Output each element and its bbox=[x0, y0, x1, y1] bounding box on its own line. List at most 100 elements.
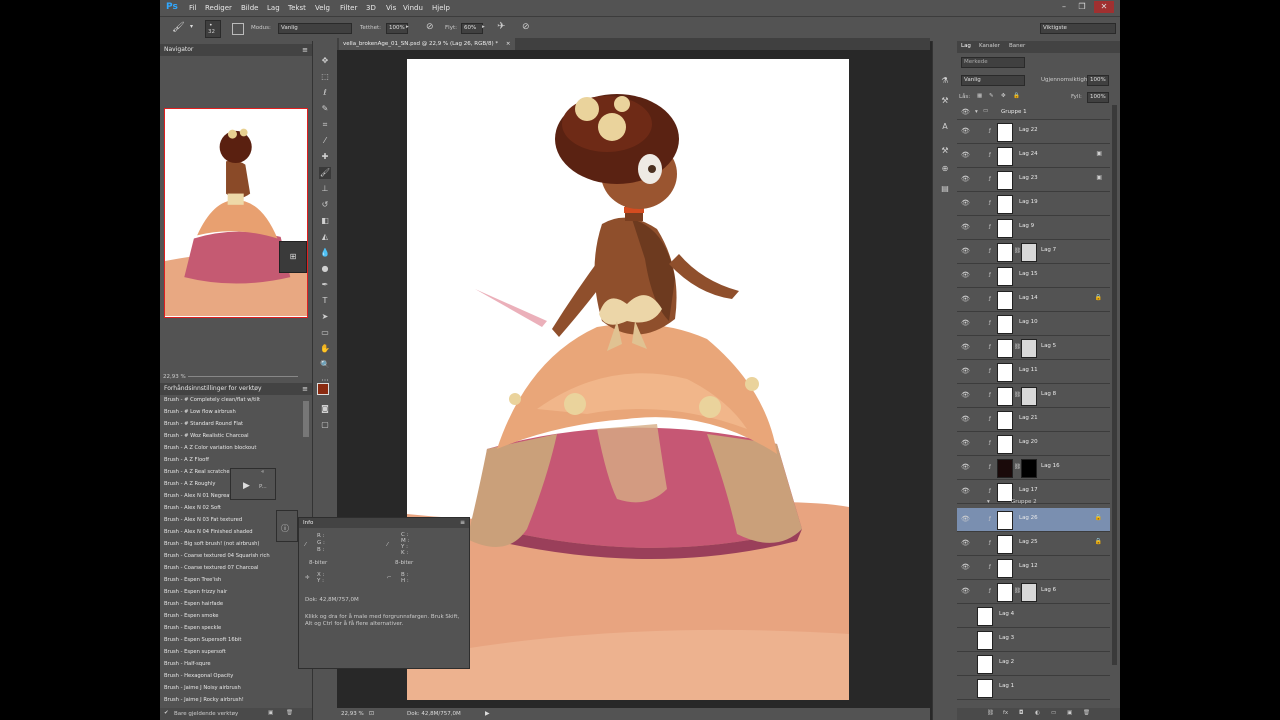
group-expand-icon[interactable]: ▾ bbox=[987, 499, 990, 505]
layer-row[interactable]: 👁 ƒ ⛓ Lag 16 bbox=[957, 456, 1110, 480]
layer-mask-thumbnail[interactable] bbox=[1021, 583, 1037, 602]
tab-channels[interactable]: Kanaler bbox=[979, 43, 1000, 49]
lock-position-icon[interactable]: ✥ bbox=[1001, 93, 1006, 99]
visibility-eye-icon[interactable]: 👁 bbox=[961, 487, 970, 495]
visibility-eye-icon[interactable]: 👁 bbox=[961, 415, 970, 423]
type-tool-icon[interactable]: T bbox=[319, 295, 331, 307]
foreground-color-swatch[interactable] bbox=[317, 383, 329, 395]
layer-row[interactable]: 👁 ƒ Lag 21 bbox=[957, 408, 1110, 432]
brush-preset-item[interactable]: Brush - # Standard Round Flat bbox=[162, 418, 302, 430]
tab-layers[interactable]: Lag bbox=[961, 43, 971, 49]
dodge-tool-icon[interactable]: ● bbox=[319, 263, 331, 275]
brush-preset-item[interactable]: Brush - Espen speckle bbox=[162, 622, 302, 634]
layer-row[interactable]: 👁 ƒ Lag 22 bbox=[957, 120, 1110, 144]
info-icon[interactable]: ⓘ bbox=[281, 523, 289, 534]
new-preset-icon[interactable]: ▣ bbox=[268, 710, 273, 716]
close-icon[interactable]: ✕ bbox=[1094, 1, 1114, 13]
layers-scrollbar[interactable] bbox=[1112, 105, 1117, 665]
visibility-eye-icon[interactable] bbox=[961, 683, 969, 691]
add-mask-icon[interactable]: ◘ bbox=[1019, 710, 1023, 716]
document-tab[interactable]: vella_brokenAge_01_SN.psd @ 22,9 % (Lag … bbox=[339, 38, 515, 50]
workspace-select[interactable]: Viktigste bbox=[1040, 23, 1116, 34]
brush-preset-item[interactable]: Brush - Espen smoke bbox=[162, 610, 302, 622]
visibility-eye-icon[interactable]: 👁 bbox=[961, 199, 970, 207]
layer-row[interactable]: 👁 ƒ Lag 19 bbox=[957, 192, 1110, 216]
brush-size-picker[interactable]: • 32 bbox=[205, 20, 221, 38]
lock-transparent-icon[interactable]: ▦ bbox=[977, 93, 982, 99]
layer-row[interactable]: 👁 ƒ ⛓ Lag 8 bbox=[957, 384, 1110, 408]
layer-row[interactable]: 👁 ƒ Lag 26 🔒 bbox=[957, 508, 1110, 532]
stamp-tool-icon[interactable]: ⊥ bbox=[319, 183, 331, 195]
fill-input[interactable]: 100% bbox=[1087, 92, 1109, 103]
visibility-eye-icon[interactable]: 👁 bbox=[961, 108, 970, 116]
link-layers-icon[interactable]: ⛓ bbox=[987, 710, 994, 716]
play-icon[interactable]: ▶ bbox=[243, 481, 250, 491]
layers-icon[interactable]: ▤ bbox=[939, 183, 951, 195]
layer-mask-thumbnail[interactable] bbox=[1021, 339, 1037, 358]
layer-row[interactable]: 👁 ƒ Lag 23 ▣ bbox=[957, 168, 1110, 192]
brush-preset-item[interactable]: Brush - Espen Tree'ish bbox=[162, 574, 302, 586]
navigator-zoom[interactable]: 22,93 % bbox=[163, 374, 186, 380]
layer-opacity-input[interactable]: 100% bbox=[1087, 75, 1109, 86]
lasso-tool-icon[interactable]: ℓ bbox=[319, 87, 331, 99]
history-icon[interactable]: ⚗ bbox=[939, 75, 951, 87]
menu-help[interactable]: Hjelp bbox=[432, 4, 450, 12]
menu-type[interactable]: Tekst bbox=[288, 4, 306, 12]
history-brush-tool-icon[interactable]: ↺ bbox=[319, 199, 331, 211]
blur-tool-icon[interactable]: 💧 bbox=[319, 247, 331, 259]
layer-row[interactable]: Lag 3 bbox=[957, 628, 1110, 652]
gradient-tool-icon[interactable]: ◭ bbox=[319, 231, 331, 243]
brush-preset-item[interactable]: Brush - Half-squre bbox=[162, 658, 302, 670]
zoom-tool-icon[interactable]: 🔍 bbox=[319, 359, 331, 371]
menu-view[interactable]: Vis bbox=[386, 4, 396, 12]
layer-mask-thumbnail[interactable] bbox=[1021, 459, 1037, 478]
brush-settings-icon[interactable]: ⚒ bbox=[939, 95, 951, 107]
airbrush-icon[interactable]: ✈ bbox=[497, 21, 505, 32]
layer-row[interactable]: Lag 2 bbox=[957, 652, 1110, 676]
eyedropper-tool-icon[interactable]: ⁄ bbox=[319, 135, 331, 147]
visibility-eye-icon[interactable]: 👁 bbox=[961, 463, 970, 471]
blend-mode-select[interactable]: Vanlig bbox=[961, 75, 1025, 86]
character-icon[interactable]: A bbox=[939, 121, 951, 133]
layer-row[interactable]: 👁 ƒ Lag 20 bbox=[957, 432, 1110, 456]
status-export-icon[interactable]: ⊡ bbox=[369, 708, 374, 720]
brush-preset-item[interactable]: Brush - # Woz Realistic Charcoal bbox=[162, 430, 302, 442]
quick-select-tool-icon[interactable]: ✎ bbox=[319, 103, 331, 115]
visibility-eye-icon[interactable]: 👁 bbox=[961, 367, 970, 375]
menu-3d[interactable]: 3D bbox=[366, 4, 376, 12]
restore-icon[interactable]: ❐ bbox=[1076, 1, 1088, 13]
visibility-eye-icon[interactable]: 👁 bbox=[961, 391, 970, 399]
visibility-eye-icon[interactable]: 👁 bbox=[961, 223, 970, 231]
hand-tool-icon[interactable]: ✋ bbox=[319, 343, 331, 355]
tool-preset-dropdown-icon[interactable]: ▾ bbox=[190, 23, 193, 30]
mask-link-icon[interactable]: ⛓ bbox=[1014, 248, 1021, 254]
close-tab-icon[interactable]: × bbox=[506, 41, 511, 47]
layer-mask-thumbnail[interactable] bbox=[1021, 243, 1037, 262]
layer-row[interactable]: Lag 4 bbox=[957, 604, 1110, 628]
visibility-eye-icon[interactable]: 👁 bbox=[961, 439, 970, 447]
layer-filter-select[interactable]: Merkede bbox=[961, 57, 1025, 68]
brush-preset-item[interactable]: Brush - Espen hairfade bbox=[162, 598, 302, 610]
brush-preset-item[interactable]: Brush - Espen frizzy hair bbox=[162, 586, 302, 598]
navigator-zoom-slider[interactable] bbox=[188, 374, 298, 380]
layer-style-icon[interactable]: fx bbox=[1003, 710, 1008, 716]
menu-filter[interactable]: Filter bbox=[340, 4, 357, 12]
layer-row[interactable]: 👁 ƒ ⛓ Lag 5 bbox=[957, 336, 1110, 360]
visibility-eye-icon[interactable] bbox=[961, 611, 969, 619]
marquee-tool-icon[interactable]: ⬚ bbox=[319, 71, 331, 83]
brush-preset-item[interactable]: Brush - Jaime J Noisy airbrush bbox=[162, 682, 302, 694]
status-zoom[interactable]: 22,93 % bbox=[341, 708, 364, 720]
quick-mask-icon[interactable]: ◙ bbox=[319, 403, 331, 415]
brush-preset-item[interactable]: Brush - # Completely clean/flat w/tilt bbox=[162, 394, 302, 406]
layer-row[interactable]: 👁 ƒ Lag 11 bbox=[957, 360, 1110, 384]
shape-tool-icon[interactable]: ▭ bbox=[319, 327, 331, 339]
crop-tool-icon[interactable]: ⌗ bbox=[319, 119, 331, 131]
minimize-icon[interactable]: – bbox=[1058, 1, 1070, 13]
brush-tool-icon[interactable]: 🖌 bbox=[172, 22, 185, 33]
visibility-eye-icon[interactable]: 👁 bbox=[961, 587, 970, 595]
visibility-eye-icon[interactable] bbox=[961, 659, 969, 667]
menu-layer[interactable]: Lag bbox=[267, 4, 280, 12]
brush-preset-item[interactable]: Brush - Jaime J Rocky airbrush! bbox=[162, 694, 302, 706]
visibility-eye-icon[interactable]: 👁 bbox=[961, 247, 970, 255]
layer-row[interactable]: 👁 ƒ Lag 25 🔒 bbox=[957, 532, 1110, 556]
